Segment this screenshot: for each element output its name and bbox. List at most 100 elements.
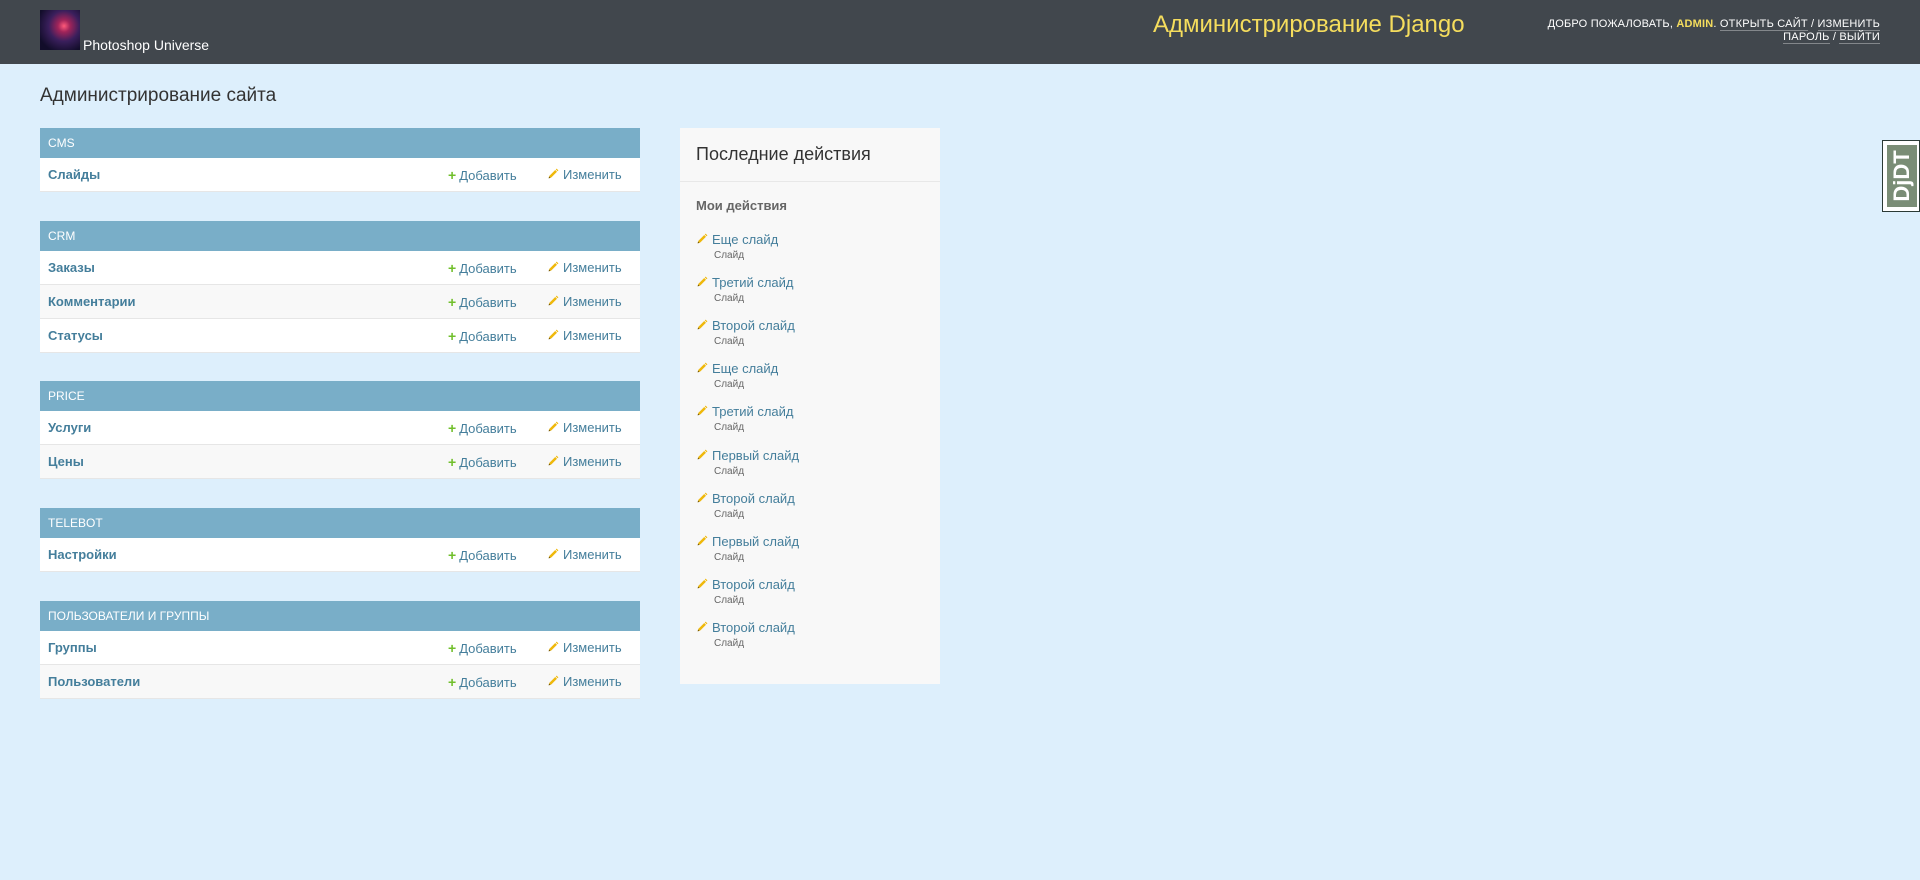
recent-action-label: Второй слайд (712, 318, 795, 334)
change-password-link-cont[interactable]: пароль (1783, 31, 1830, 44)
recent-action-type: Слайд (714, 293, 745, 305)
add-link[interactable]: + Добавить (448, 260, 517, 276)
pencil-icon (696, 362, 708, 377)
change-link[interactable]: Изменить (547, 674, 622, 690)
recent-actions-title: Последние действия (696, 144, 871, 164)
recent-action-item: Первый слайд Слайд (696, 448, 926, 488)
model-link[interactable]: Настройки (48, 547, 117, 562)
pencil-icon (547, 168, 559, 183)
model-row: Цены + Добавить Изменить (40, 445, 640, 479)
recent-action-link[interactable]: Первый слайд (696, 534, 799, 550)
change-link[interactable]: Изменить (547, 547, 622, 563)
change-label: Изменить (563, 167, 622, 182)
pencil-icon (547, 295, 559, 310)
brand-name[interactable]: Photoshop Universe (83, 37, 209, 53)
debug-toolbar-handle[interactable]: DjDT (1882, 140, 1920, 212)
change-link[interactable]: Изменить (547, 294, 622, 310)
change-link[interactable]: Изменить (547, 328, 622, 344)
recent-action-item: Второй слайд Слайд (696, 577, 926, 617)
model-link[interactable]: Слайды (48, 167, 100, 182)
pencil-icon (547, 421, 559, 436)
add-link[interactable]: + Добавить (448, 328, 517, 344)
change-label: Изменить (563, 640, 622, 655)
recent-action-link[interactable]: Третий слайд (696, 404, 794, 420)
add-link[interactable]: + Добавить (448, 547, 517, 563)
recent-action-item: Первый слайд Слайд (696, 534, 926, 574)
recent-action-type: Слайд (714, 594, 745, 606)
change-label: Изменить (563, 547, 622, 562)
plus-icon: + (448, 640, 457, 656)
recent-action-link[interactable]: Второй слайд (696, 318, 795, 334)
pencil-icon (696, 621, 708, 636)
recent-action-item: Второй слайд Слайд (696, 491, 926, 531)
recent-action-link[interactable]: Второй слайд (696, 577, 795, 593)
pencil-icon (696, 535, 708, 550)
change-label: Изменить (563, 328, 622, 343)
recent-action-item: Третий слайд Слайд (696, 275, 926, 315)
recent-action-link[interactable]: Первый слайд (696, 448, 799, 464)
module-caption[interactable]: CRM (40, 221, 640, 251)
model-link[interactable]: Пользователи (48, 674, 140, 689)
separator: / (1811, 18, 1815, 30)
pencil-icon (696, 319, 708, 334)
recent-action-link[interactable]: Еще слайд (696, 232, 778, 248)
recent-action-link[interactable]: Второй слайд (696, 491, 795, 507)
site-title[interactable]: Администрирование Django (1153, 11, 1465, 39)
page-title: Администрирование сайта (40, 85, 277, 106)
model-link[interactable]: Услуги (48, 420, 91, 435)
change-link[interactable]: Изменить (547, 420, 622, 436)
model-link[interactable]: Группы (48, 640, 97, 655)
add-link[interactable]: + Добавить (448, 454, 517, 470)
model-link[interactable]: Цены (48, 454, 84, 469)
recent-action-item: Второй слайд Слайд (696, 620, 926, 660)
change-password-link[interactable]: Изменить (1817, 18, 1880, 31)
logout-link[interactable]: Выйти (1839, 31, 1880, 44)
plus-icon: + (448, 454, 457, 470)
app-module: Пользователи и группы Группы + Добавить Изме… (40, 601, 640, 699)
recent-action-link[interactable]: Еще слайд (696, 361, 778, 377)
model-link[interactable]: Статусы (48, 328, 103, 343)
recent-action-type: Слайд (714, 250, 745, 261)
recent-action-label: Второй слайд (712, 619, 795, 635)
add-link[interactable]: + Добавить (448, 420, 517, 436)
pencil-icon (547, 548, 559, 563)
recent-action-type: Слайд (714, 637, 745, 649)
model-link[interactable]: Заказы (48, 260, 95, 275)
module-caption[interactable]: Пользователи и группы (40, 601, 640, 631)
recent-action-label: Второй слайд (712, 576, 795, 592)
recent-action-label: Первый слайд (712, 533, 800, 549)
recent-action-item: Еще слайд Слайд (696, 232, 926, 272)
change-link[interactable]: Изменить (547, 640, 622, 656)
recent-action-label: Еще слайд (712, 232, 779, 247)
add-link[interactable]: + Добавить (448, 674, 517, 690)
change-label: Изменить (563, 420, 622, 435)
model-row: Настройки + Добавить Изменить (40, 538, 640, 572)
module-caption[interactable]: TELEBOT (40, 508, 640, 538)
divider (680, 181, 940, 182)
change-link[interactable]: Изменить (547, 260, 622, 276)
pencil-icon (696, 578, 708, 593)
user-tools: Добро пожаловать, admin. Открыть сайт / … (1547, 18, 1880, 44)
module-caption[interactable]: PRICE (40, 381, 640, 411)
model-row: Заказы + Добавить Изменить (40, 251, 640, 285)
model-row: Услуги + Добавить Изменить (40, 411, 640, 445)
model-link[interactable]: Комментарии (48, 294, 136, 309)
change-link[interactable]: Изменить (547, 167, 622, 183)
recent-action-link[interactable]: Третий слайд (696, 275, 794, 291)
change-link[interactable]: Изменить (547, 454, 622, 470)
add-label: Добавить (459, 261, 517, 276)
module-caption[interactable]: CMS (40, 128, 640, 158)
app-module: PRICE Услуги + Добавить Изменить Цены + Добавит… (40, 381, 640, 479)
recent-action-link[interactable]: Второй слайд (696, 620, 795, 636)
view-site-link[interactable]: Открыть сайт (1719, 18, 1808, 31)
add-link[interactable]: + Добавить (448, 167, 517, 183)
brand-logo-image[interactable] (40, 10, 80, 50)
plus-icon: + (448, 294, 457, 310)
pencil-icon (696, 492, 708, 507)
app-module: CMS Слайды + Добавить Изменить (40, 128, 640, 192)
pencil-icon (696, 405, 708, 420)
add-link[interactable]: + Добавить (448, 294, 517, 310)
add-label: Добавить (459, 641, 517, 656)
model-row: Группы + Добавить Изменить (40, 631, 640, 665)
add-link[interactable]: + Добавить (448, 640, 517, 656)
